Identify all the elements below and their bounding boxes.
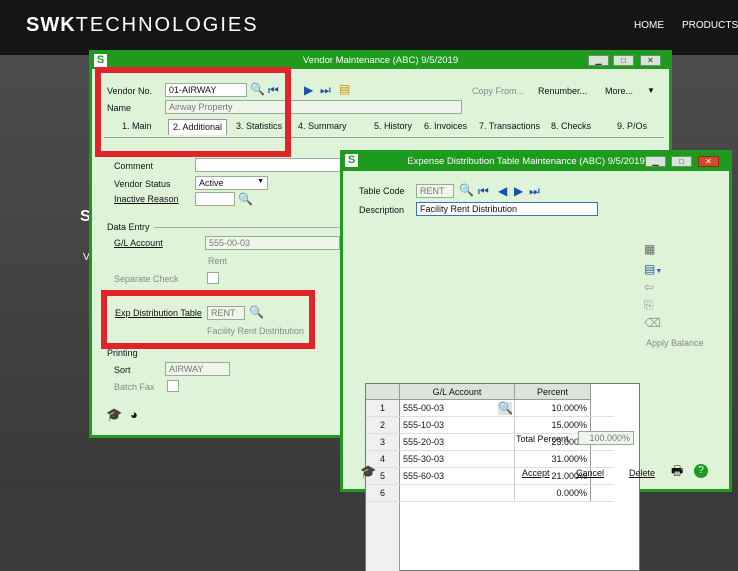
inactive-reason-field[interactable]	[195, 192, 235, 206]
total-percent-field: 100.000%	[578, 431, 634, 445]
printing-label: Printing	[107, 348, 138, 358]
highlight-box-vendor	[95, 67, 291, 157]
chevron-down-icon[interactable]: ▼	[647, 85, 655, 97]
inactive-reason-label[interactable]: Inactive Reason	[114, 194, 179, 204]
table-row[interactable]: 1 555-00-03 🔍 10.000%	[366, 400, 614, 417]
close-button[interactable]: ✕	[640, 55, 661, 66]
gl-account-field[interactable]: 555-00-03	[205, 236, 340, 250]
sort-field[interactable]: AIRWAY	[165, 362, 230, 376]
row-header-empty	[366, 502, 400, 571]
lookup-icon[interactable]: 🔍	[498, 402, 513, 415]
last-record-icon[interactable]: ⏭	[320, 84, 331, 96]
data-entry-label: Data Entry	[107, 222, 150, 232]
percent-column-header[interactable]: Percent	[515, 384, 591, 400]
row-number: 2	[366, 417, 400, 433]
maximize-button[interactable]: □	[671, 156, 692, 167]
grid-corner	[366, 384, 400, 400]
data-entry-divider	[154, 227, 344, 228]
help-cap-icon[interactable]: 🎓	[360, 465, 376, 478]
percent-cell[interactable]: 0.000%	[515, 485, 591, 501]
first-record-icon[interactable]: ⏮	[478, 185, 489, 197]
gl-account-cell[interactable]	[400, 485, 515, 501]
exp-title-bar[interactable]: S Expense Distribution Table Maintenance…	[343, 153, 729, 171]
insert-row-icon[interactable]: ▤▼	[644, 263, 662, 278]
gl-account-cell[interactable]: 555-60-03	[400, 468, 515, 484]
delete-button[interactable]: Delete	[629, 468, 655, 478]
batch-fax-checkbox[interactable]	[167, 380, 179, 392]
gl-account-desc: Rent	[208, 256, 228, 266]
apply-balance-button[interactable]: Apply Balance	[646, 338, 704, 348]
sort-label: Sort	[114, 365, 131, 375]
table-code-field[interactable]: RENT	[416, 184, 454, 198]
gl-account-cell[interactable]: 555-30-03	[400, 451, 515, 467]
help-cap-icon[interactable]: 🎓	[106, 408, 122, 421]
minimize-button[interactable]: ▁	[645, 156, 666, 167]
nav-home[interactable]: HOME	[634, 20, 664, 31]
tab-history[interactable]: 5. History	[370, 119, 416, 135]
close-button[interactable]: ✕	[698, 156, 719, 167]
gl-account-cell[interactable]: 555-20-03	[400, 434, 515, 450]
nav-products[interactable]: PRODUCTS	[682, 20, 738, 31]
cancel-button[interactable]: Cancel	[576, 468, 604, 478]
gl-account-label[interactable]: G/L Account	[114, 238, 163, 248]
row-number: 1	[366, 400, 400, 416]
lookup-icon[interactable]: 🔍	[459, 184, 474, 196]
memo-icon[interactable]: ▤	[339, 83, 350, 95]
previous-record-icon[interactable]: ◀	[498, 185, 507, 197]
separate-check-label: Separate Check	[114, 274, 179, 284]
row-number: 3	[366, 434, 400, 450]
tab-pos[interactable]: 9. P/Os	[613, 119, 651, 135]
gl-account-cell[interactable]: 555-10-03	[400, 417, 515, 433]
table-row[interactable]: 4 555-30-03 31.000%	[366, 451, 614, 468]
next-record-icon[interactable]: ▶	[304, 84, 313, 96]
printer-icon[interactable]: 🖶	[671, 464, 683, 477]
description-field[interactable]: Facility Rent Distribution	[416, 202, 598, 216]
table-code-label: Table Code	[359, 186, 405, 196]
renumber-button[interactable]: Renumber...	[538, 86, 587, 96]
copy-from-button[interactable]: Copy From...	[472, 86, 524, 96]
last-record-icon[interactable]: ⏭	[529, 185, 540, 197]
move-left-icon[interactable]: ⇦	[644, 281, 654, 293]
percent-cell[interactable]: 10.000%	[515, 400, 591, 416]
total-percent-label: Total Percent	[516, 434, 569, 444]
tab-transactions[interactable]: 7. Transactions	[475, 119, 544, 135]
minimize-button[interactable]: ▁	[588, 55, 609, 66]
delete-row-icon[interactable]: ▦	[644, 243, 655, 255]
color-wheel-icon[interactable]: ◕	[130, 408, 138, 421]
percent-cell[interactable]: 31.000%	[515, 451, 591, 467]
comment-label: Comment	[114, 161, 154, 171]
tab-summary[interactable]: 4. Summary	[294, 119, 351, 135]
lookup-icon[interactable]: 🔍	[238, 193, 253, 205]
swk-logo[interactable]: SWKTECHNOLOGIES	[26, 14, 259, 37]
copy-row-icon[interactable]: ⎘	[644, 299, 654, 311]
separate-check-checkbox[interactable]	[207, 272, 219, 284]
tab-checks[interactable]: 8. Checks	[547, 119, 595, 135]
clear-row-icon[interactable]: ⌫	[644, 317, 661, 329]
table-row[interactable]: 2 555-10-03 15.000%	[366, 417, 614, 434]
more-button[interactable]: More...	[605, 86, 633, 96]
vendor-status-select[interactable]: Active ▼	[195, 176, 268, 190]
highlight-box-exp-dist	[101, 290, 315, 349]
gl-account-column-header[interactable]: G/L Account	[400, 384, 515, 400]
help-icon[interactable]: ?	[694, 464, 708, 478]
tab-invoices[interactable]: 6. Invoices	[420, 119, 471, 135]
accept-button[interactable]: Accept	[522, 468, 550, 478]
exp-window-title: Expense Distribution Table Maintenance (…	[407, 156, 645, 167]
vendor-status-label: Vendor Status	[114, 179, 171, 189]
vendor-window-title: Vendor Maintenance (ABC) 9/5/2019	[302, 55, 459, 66]
table-row[interactable]: 3 555-20-03 23.000%	[366, 434, 614, 451]
batch-fax-label: Batch Fax	[114, 382, 155, 392]
next-record-icon[interactable]: ▶	[514, 185, 523, 197]
row-number: 6	[366, 485, 400, 501]
expense-distribution-window: S Expense Distribution Table Maintenance…	[340, 150, 732, 571]
maximize-button[interactable]: □	[613, 55, 634, 66]
description-label: Description	[359, 205, 405, 215]
